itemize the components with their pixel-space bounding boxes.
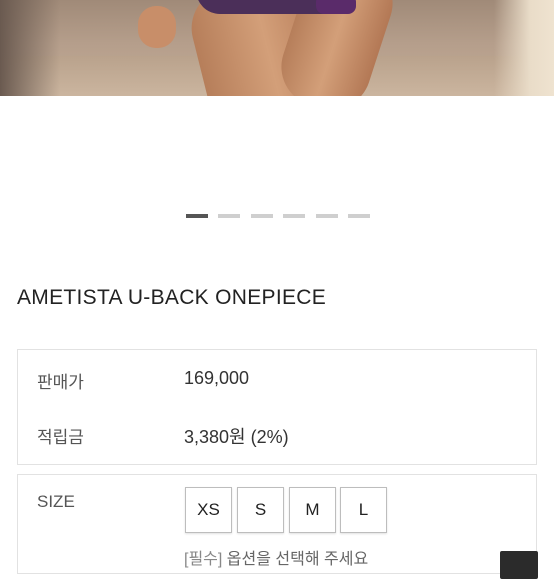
- required-option-note: [필수] 옵션을 선택해 주세요: [184, 545, 368, 569]
- size-option-box: SIZE XS S M L [필수] 옵션을 선택해 주세요: [17, 474, 538, 579]
- points-value: 3,380원 (2%): [184, 427, 289, 447]
- points-label: 적립금: [37, 428, 84, 447]
- price-label: 판매가: [37, 373, 84, 392]
- size-option-m[interactable]: M: [289, 487, 336, 533]
- gallery-dot[interactable]: [251, 214, 273, 218]
- image-swimsuit: [316, 0, 356, 14]
- gallery-dot[interactable]: [186, 214, 208, 218]
- image-rock: [494, 0, 554, 96]
- gallery-dot[interactable]: [283, 214, 305, 218]
- image-shadow: [0, 0, 60, 96]
- size-label: SIZE: [37, 492, 75, 511]
- price-value: 169,000: [184, 368, 250, 388]
- corner-button[interactable]: [500, 551, 538, 579]
- size-option-l[interactable]: L: [340, 487, 387, 533]
- product-title: AMETISTA U-BACK ONEPIECE: [17, 286, 327, 309]
- gallery-dot[interactable]: [218, 214, 240, 218]
- size-option-xs[interactable]: XS: [185, 487, 232, 533]
- size-option-s[interactable]: S: [237, 487, 284, 533]
- product-image[interactable]: [0, 0, 554, 96]
- gallery-dot[interactable]: [316, 214, 338, 218]
- image-hand: [138, 6, 176, 48]
- price-info-box: 판매가 169,000 적립금 3,380원 (2%): [17, 349, 537, 465]
- gallery-pagination: [0, 214, 554, 218]
- gallery-dot[interactable]: [348, 214, 370, 218]
